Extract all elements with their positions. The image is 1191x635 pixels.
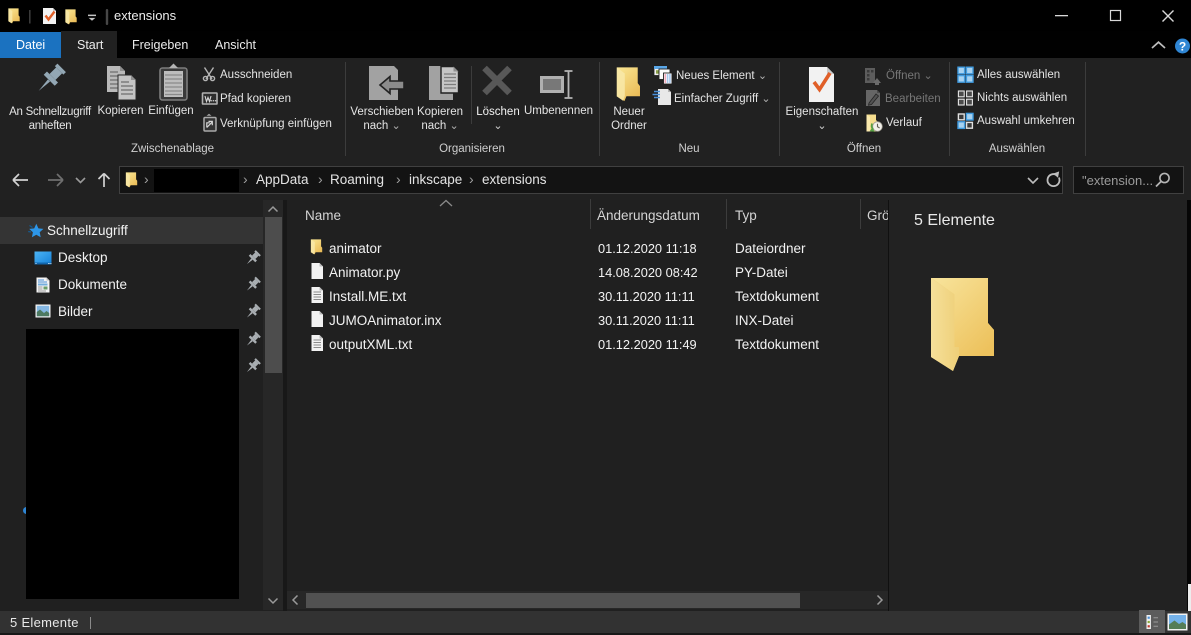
svg-text:?: ? <box>1179 40 1186 54</box>
